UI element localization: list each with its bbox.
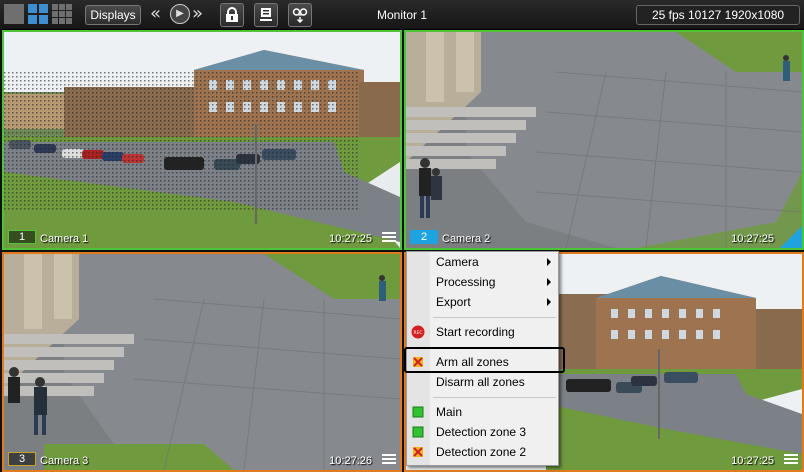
rec-icon: REC xyxy=(411,325,425,339)
eject-icon[interactable] xyxy=(254,3,278,27)
arm-zone-icon xyxy=(413,447,423,457)
camera-name: Camera 1 xyxy=(40,233,89,245)
camera-1-video xyxy=(4,32,400,248)
green-zone-icon xyxy=(412,406,424,418)
hamburger-menu-icon[interactable] xyxy=(382,454,396,466)
camera-3-video xyxy=(4,254,400,470)
layout-2x2-icon[interactable] xyxy=(28,4,48,24)
menu-item-processing[interactable]: Processing xyxy=(407,272,558,292)
submenu-arrow-icon xyxy=(547,298,551,306)
menu-item-label: Disarm all zones xyxy=(436,375,525,389)
camera-pane-1[interactable]: 1 Camera 1 10:27:25 xyxy=(2,30,402,250)
lock-icon[interactable] xyxy=(220,3,244,27)
layout-single-icon[interactable] xyxy=(4,4,24,24)
menu-item-label: Detection zone 2 xyxy=(436,445,527,459)
camera-context-menu: Camera Processing Export REC Start recor… xyxy=(406,251,559,466)
tape-icon[interactable] xyxy=(288,3,312,27)
menu-item-label: Processing xyxy=(436,275,496,289)
menu-item-label: Arm all zones xyxy=(436,355,509,369)
camera-number-badge: 3 xyxy=(8,452,36,466)
menu-separator xyxy=(433,347,556,348)
svg-text:REC: REC xyxy=(413,330,422,336)
rewind-icon[interactable]: « xyxy=(150,3,161,24)
green-zone-icon xyxy=(412,426,424,438)
camera-number-badge: 1 xyxy=(8,230,36,244)
menu-separator xyxy=(433,317,556,318)
layout-3x3-icon[interactable] xyxy=(52,4,72,24)
menu-item-camera[interactable]: Camera xyxy=(407,252,558,272)
menu-item-arm-all-zones[interactable]: Arm all zones xyxy=(407,352,558,372)
menu-item-main[interactable]: Main xyxy=(407,402,558,422)
menu-item-detection-zone-2[interactable]: Detection zone 2 xyxy=(407,442,558,462)
displays-button[interactable]: Displays xyxy=(85,5,141,25)
stream-stats: 25 fps 10127 1920x1080 xyxy=(636,5,800,25)
menu-item-disarm-all-zones[interactable]: Disarm all zones xyxy=(407,372,558,392)
selection-corner-marker xyxy=(780,226,802,248)
menu-item-label: Start recording xyxy=(436,325,515,339)
play-icon[interactable]: ▶ xyxy=(170,4,190,24)
camera-pane-3[interactable]: 3 Camera 3 10:27:26 xyxy=(2,252,402,472)
menu-separator xyxy=(433,397,556,398)
menu-item-label: Export xyxy=(436,295,471,309)
camera-number-badge: 2 xyxy=(410,230,438,244)
camera-pane-2[interactable]: 2 Camera 2 10:27:25 xyxy=(404,30,804,250)
camera-timestamp: 10:27:25 xyxy=(329,233,372,245)
camera-timestamp: 10:27:26 xyxy=(329,455,372,467)
menu-item-start-recording[interactable]: REC Start recording xyxy=(407,322,558,342)
arm-zone-icon xyxy=(413,357,423,367)
camera-name: Camera 2 xyxy=(442,233,491,245)
menu-item-label: Detection zone 3 xyxy=(436,425,527,439)
camera-2-video xyxy=(406,32,802,248)
hamburger-menu-icon[interactable] xyxy=(382,232,396,244)
camera-timestamp: 10:27:25 xyxy=(731,233,774,245)
camera-name: Camera 3 xyxy=(40,455,89,467)
submenu-arrow-icon xyxy=(547,278,551,286)
toolbar: Displays « ▶ » Monitor 1 25 fps 10127 19… xyxy=(0,0,804,30)
fast-forward-icon[interactable]: » xyxy=(192,3,203,24)
hamburger-menu-icon[interactable] xyxy=(784,454,798,466)
menu-item-detection-zone-3[interactable]: Detection zone 3 xyxy=(407,422,558,442)
menu-item-export[interactable]: Export xyxy=(407,292,558,312)
camera-timestamp: 10:27:25 xyxy=(731,455,774,467)
menu-item-label: Camera xyxy=(436,255,479,269)
menu-item-label: Main xyxy=(436,405,463,419)
submenu-arrow-icon xyxy=(547,258,551,266)
